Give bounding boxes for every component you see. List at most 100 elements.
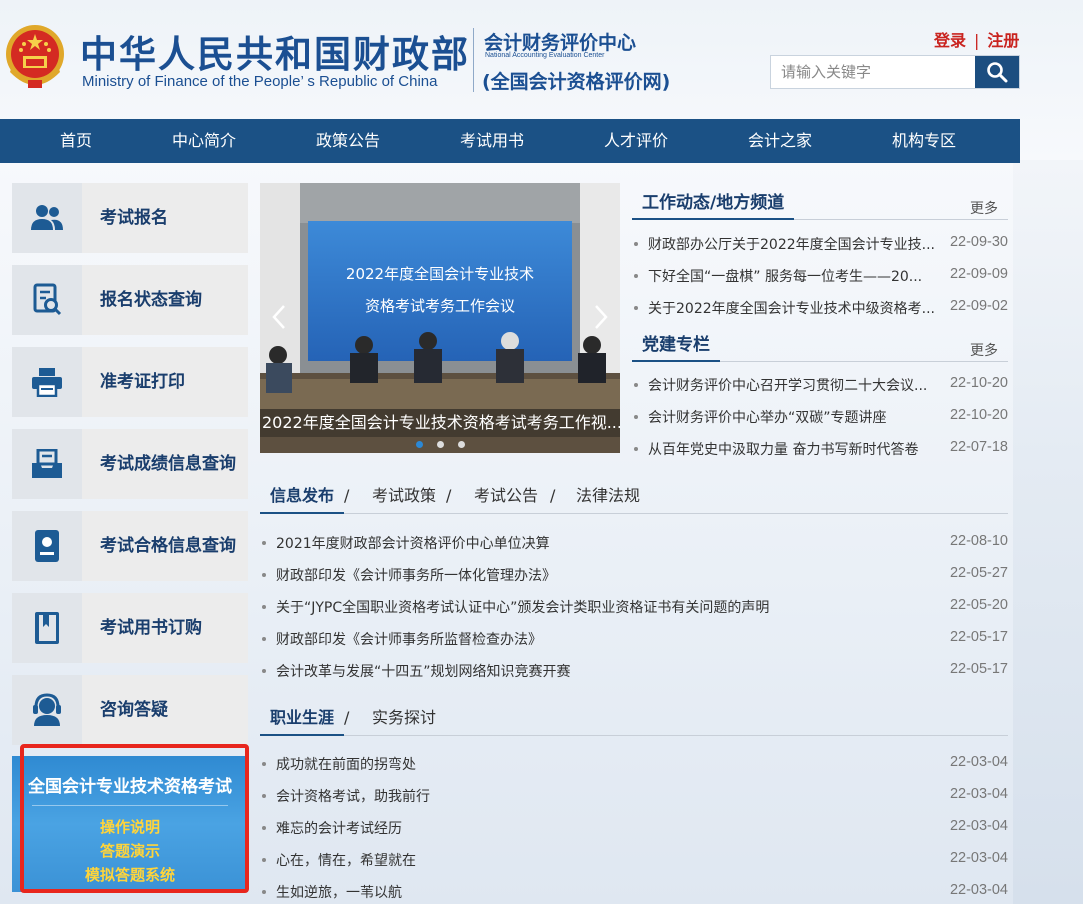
bullet (262, 858, 266, 862)
party-news-more-link[interactable]: 更多 (970, 340, 998, 360)
printer-icon (12, 347, 82, 417)
news-title[interactable]: 关于2022年度全国会计专业技术中级资格考... (648, 298, 938, 318)
news-title[interactable]: 难忘的会计考试经历 (276, 818, 916, 838)
tab-separator: / (550, 486, 556, 505)
bullet (634, 274, 638, 278)
tab-laws[interactable]: 法律法规 (576, 482, 640, 514)
news-title[interactable]: 下好全国“一盘棋” 服务每一位考生——20... (648, 266, 938, 286)
news-title[interactable]: 心在，情在，希望就在 (276, 850, 916, 870)
carousel-prev-arrow[interactable] (270, 303, 288, 331)
nav-item-institutions[interactable]: 机构专区 (852, 119, 996, 163)
login-link[interactable]: 登录 (934, 31, 966, 50)
nav-item-policy[interactable]: 政策公告 (276, 119, 420, 163)
news-title[interactable]: 财政部办公厅关于2022年度全国会计专业技... (648, 234, 938, 254)
news-date: 22-09-30 (949, 234, 1008, 250)
news-title[interactable]: 成功就在前面的拐弯处 (276, 754, 916, 774)
sidebar-item-label: 咨询答疑 (100, 700, 168, 720)
table-row[interactable]: 会计资格考试，助我前行 22-03-04 (262, 786, 1008, 806)
bullet (262, 794, 266, 798)
nav-item-accountant-home[interactable]: 会计之家 (708, 119, 852, 163)
news-title[interactable]: 从百年党史中汲取力量 奋力书写新时代答卷 (648, 439, 938, 459)
carousel-next-arrow[interactable] (592, 303, 610, 331)
carousel-screen-line1: 2022年度全国会计专业技术 (346, 265, 534, 283)
bullet (262, 826, 266, 830)
news-title[interactable]: 会计财务评价中心举办“双碳”专题讲座 (648, 407, 938, 427)
sidebar-item-label: 考试报名 (100, 208, 168, 228)
search-input[interactable] (771, 56, 977, 88)
nav-item-about[interactable]: 中心简介 (132, 119, 276, 163)
national-emblem-icon (6, 25, 64, 88)
table-row[interactable]: 心在，情在，希望就在 22-03-04 (262, 850, 1008, 870)
book-icon (12, 593, 82, 663)
news-title[interactable]: 关于“JYPC全国职业资格考试认证中心”颁发会计类职业资格证书有关问题的声明 (276, 597, 916, 617)
list-item[interactable]: 关于2022年度全国会计专业技术中级资格考... 22-09-02 (634, 298, 1008, 318)
promo-divider (32, 805, 228, 806)
promo-title: 全国会计专业技术资格考试 (28, 777, 232, 797)
tab-practice[interactable]: 实务探讨 (372, 704, 436, 736)
sidebar-item-consulting[interactable]: 咨询答疑 (12, 675, 248, 745)
tab-exam-policy[interactable]: 考试政策 (372, 482, 436, 514)
carousel-dot[interactable] (415, 441, 423, 448)
bullet (262, 605, 266, 609)
news-carousel[interactable]: 2022年度全国会计专业技术 资格考试考务工作会议 2022年度全国会计专业技术… (260, 183, 620, 453)
news-title[interactable]: 2021年度财政部会计资格评价中心单位决算 (276, 533, 916, 553)
page-background-decor (1013, 160, 1083, 904)
promo-link-instructions[interactable]: 操作说明 (12, 816, 248, 837)
news-date: 22-09-09 (949, 266, 1008, 282)
sidebar-item-registration[interactable]: 考试报名 (12, 183, 248, 253)
search-button[interactable] (975, 56, 1019, 88)
bullet (634, 306, 638, 310)
sidebar-item-status-query[interactable]: 报名状态查询 (12, 265, 248, 335)
title-divider (473, 28, 474, 92)
sidebar-item-label: 考试合格信息查询 (100, 536, 236, 556)
auth-separator: | (974, 31, 980, 50)
table-row[interactable]: 关于“JYPC全国职业资格考试认证中心”颁发会计类职业资格证书有关问题的声明 22… (262, 597, 1008, 617)
table-row[interactable]: 财政部印发《会计师事务所监督检查办法》 22-05-17 (262, 629, 1008, 649)
bullet (262, 541, 266, 545)
carousel-dot[interactable] (436, 441, 444, 448)
news-title[interactable]: 财政部印发《会计师事务所一体化管理办法》 (276, 565, 916, 585)
work-news-more-link[interactable]: 更多 (970, 198, 998, 218)
sidebar-item-pass-query[interactable]: 考试合格信息查询 (12, 511, 248, 581)
news-date: 22-10-20 (949, 407, 1008, 423)
table-row[interactable]: 生如逆旅，一苇以航 22-03-04 (262, 882, 1008, 902)
tab-separator: / (344, 486, 350, 505)
party-news-title[interactable]: 党建专栏 (632, 332, 720, 362)
register-link[interactable]: 注册 (987, 31, 1019, 50)
sidebar-item-score-query[interactable]: 考试成绩信息查询 (12, 429, 248, 499)
sidebar-item-admission-print[interactable]: 准考证打印 (12, 347, 248, 417)
tab-info-release[interactable]: 信息发布 (260, 482, 345, 514)
news-title[interactable]: 财政部印发《会计师事务所监督检查办法》 (276, 629, 916, 649)
nav-item-home[interactable]: 首页 (4, 119, 148, 163)
news-title[interactable]: 生如逆旅，一苇以航 (276, 882, 916, 902)
tab-exam-notice[interactable]: 考试公告 (474, 482, 538, 514)
tray-icon (12, 429, 82, 499)
promo-link-demo[interactable]: 答题演示 (12, 840, 248, 861)
news-title[interactable]: 会计改革与发展“十四五”规划网络知识竞赛开赛 (276, 661, 916, 681)
carousel-dot[interactable] (457, 441, 465, 448)
table-row[interactable]: 成功就在前面的拐弯处 22-03-04 (262, 754, 1008, 774)
news-date: 22-09-02 (949, 298, 1008, 314)
tab-career[interactable]: 职业生涯 (260, 704, 345, 736)
nav-item-talent[interactable]: 人才评价 (564, 119, 708, 163)
table-row[interactable]: 2021年度财政部会计资格评价中心单位决算 22-08-10 (262, 533, 1008, 553)
list-item[interactable]: 财政部办公厅关于2022年度全国会计专业技... 22-09-30 (634, 234, 1008, 254)
news-title[interactable]: 会计资格考试，助我前行 (276, 786, 916, 806)
list-item[interactable]: 会计财务评价中心举办“双碳”专题讲座 22-10-20 (634, 407, 1008, 427)
news-title[interactable]: 会计财务评价中心召开学习贯彻二十大会议... (648, 375, 938, 395)
headset-icon (12, 675, 82, 745)
table-row[interactable]: 财政部印发《会计师事务所一体化管理办法》 22-05-27 (262, 565, 1008, 585)
table-row[interactable]: 会计改革与发展“十四五”规划网络知识竞赛开赛 22-05-17 (262, 661, 1008, 681)
promo-link-mock-system[interactable]: 模拟答题系统 (12, 864, 248, 885)
table-row[interactable]: 难忘的会计考试经历 22-03-04 (262, 818, 1008, 838)
nav-item-books[interactable]: 考试用书 (420, 119, 564, 163)
tab-separator: / (446, 486, 452, 505)
list-item[interactable]: 下好全国“一盘棋” 服务每一位考生——20... 22-09-09 (634, 266, 1008, 286)
list-item[interactable]: 从百年党史中汲取力量 奋力书写新时代答卷 22-07-18 (634, 439, 1008, 459)
sidebar-item-book-order[interactable]: 考试用书订购 (12, 593, 248, 663)
list-item[interactable]: 会计财务评价中心召开学习贯彻二十大会议... 22-10-20 (634, 375, 1008, 395)
news-date: 22-08-10 (949, 533, 1008, 549)
work-news-title[interactable]: 工作动态/地方频道 (632, 190, 795, 220)
center-subtitle: (全国会计资格评价网) (482, 71, 671, 93)
bullet (634, 383, 638, 387)
